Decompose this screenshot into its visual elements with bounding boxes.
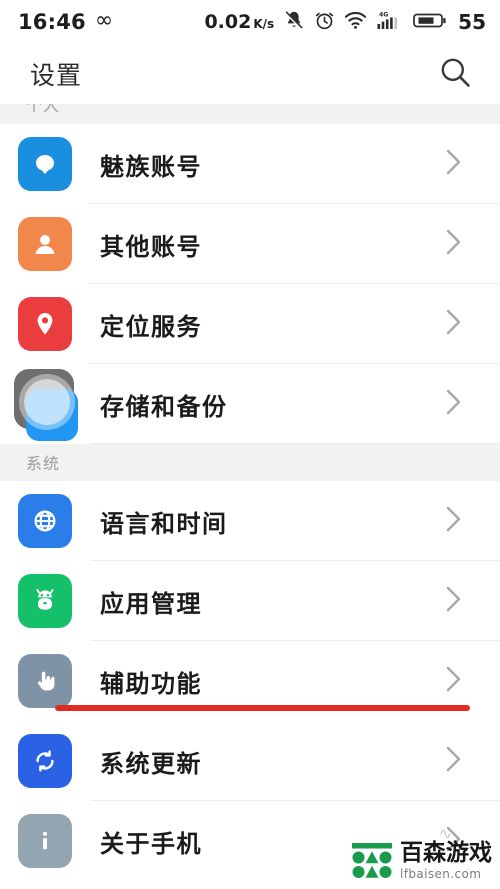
watermark-logo-icon — [351, 841, 393, 881]
watermark: 百森游戏 lfbaisen.com — [351, 841, 492, 881]
settings-row-label: 定位服务 — [100, 312, 202, 341]
network-speed-value: 0.02 — [204, 11, 252, 33]
settings-row-system-update[interactable]: 系统更新 — [0, 721, 500, 801]
chevron-right-icon — [444, 503, 464, 539]
watermark-domain: lfbaisen.com — [400, 867, 482, 881]
chevron-right-icon — [444, 306, 464, 342]
meizu-account-icon — [18, 137, 72, 191]
settings-row-storage-backup[interactable]: 存储和备份 — [0, 364, 500, 444]
svg-text:4G: 4G — [379, 11, 388, 18]
hand-pointer-icon — [18, 654, 72, 708]
android-robot-icon — [18, 574, 72, 628]
settings-row-app-management[interactable]: 应用管理 — [0, 561, 500, 641]
settings-row-meizu-account[interactable]: 魅族账号 — [0, 124, 500, 204]
settings-row-label: 语言和时间 — [100, 509, 228, 538]
status-bar: 16:46 ∞ 0.02 K/s 4G 55 — [0, 0, 500, 44]
settings-row-language-time[interactable]: 语言和时间 — [0, 481, 500, 561]
search-icon — [438, 55, 472, 93]
signal-4g-icon: 4G — [376, 9, 404, 35]
infinity-icon: ∞ — [94, 8, 114, 33]
settings-row-label: 系统更新 — [100, 749, 202, 778]
settings-row-label: 辅助功能 — [100, 669, 202, 698]
status-bar-right: 0.02 K/s 4G 55 — [204, 9, 486, 35]
settings-row-label: 应用管理 — [100, 589, 202, 618]
battery-icon — [413, 10, 447, 34]
info-icon — [18, 814, 72, 868]
chevron-right-icon — [444, 663, 464, 699]
storage-backup-icon — [14, 369, 78, 441]
network-speed-indicator: 0.02 K/s — [204, 11, 274, 33]
location-pin-icon — [18, 297, 72, 351]
phone-screen: 16:46 ∞ 0.02 K/s 4G 55 设置 个人 魅族账号 其他账号 定… — [0, 0, 500, 889]
refresh-sync-icon — [18, 734, 72, 788]
app-title-bar: 设置 — [0, 44, 500, 104]
search-button[interactable] — [432, 51, 478, 97]
status-bar-clock: 16:46 — [18, 10, 86, 34]
chevron-right-icon — [444, 226, 464, 262]
network-speed-unit: K/s — [253, 17, 275, 31]
section-header-label: 系统 — [26, 454, 61, 473]
bell-muted-icon — [283, 9, 305, 35]
settings-row-other-account[interactable]: 其他账号 — [0, 204, 500, 284]
globe-icon — [18, 494, 72, 548]
settings-row-label: 其他账号 — [100, 232, 202, 261]
annotation-underline — [55, 705, 470, 711]
chevron-right-icon — [444, 146, 464, 182]
status-bar-left: 16:46 ∞ — [18, 8, 114, 35]
user-account-icon — [18, 217, 72, 271]
alarm-clock-icon — [314, 10, 335, 35]
wifi-icon — [344, 10, 367, 34]
battery-level-label: 55 — [458, 10, 486, 34]
chevron-right-icon — [444, 583, 464, 619]
chevron-right-icon — [444, 386, 464, 422]
settings-row-label: 魅族账号 — [100, 152, 202, 181]
settings-row-location-service[interactable]: 定位服务 — [0, 284, 500, 364]
watermark-text: 百森游戏 lfbaisen.com — [400, 840, 492, 881]
settings-row-label: 存储和备份 — [100, 392, 228, 421]
section-header-personal: 个人 — [0, 104, 500, 124]
section-header-label: 个人 — [26, 104, 61, 115]
storage-icon-highlight-ring — [24, 379, 70, 425]
watermark-name: 百森游戏 — [400, 840, 492, 866]
section-header-system: 系统 — [0, 444, 500, 481]
page-title: 设置 — [30, 61, 83, 90]
settings-list[interactable]: 个人 魅族账号 其他账号 定位服务 存储和备份 系统 语言和时间 应用管理 辅助… — [0, 104, 500, 889]
chevron-right-icon — [444, 743, 464, 779]
settings-row-label: 关于手机 — [100, 829, 202, 858]
